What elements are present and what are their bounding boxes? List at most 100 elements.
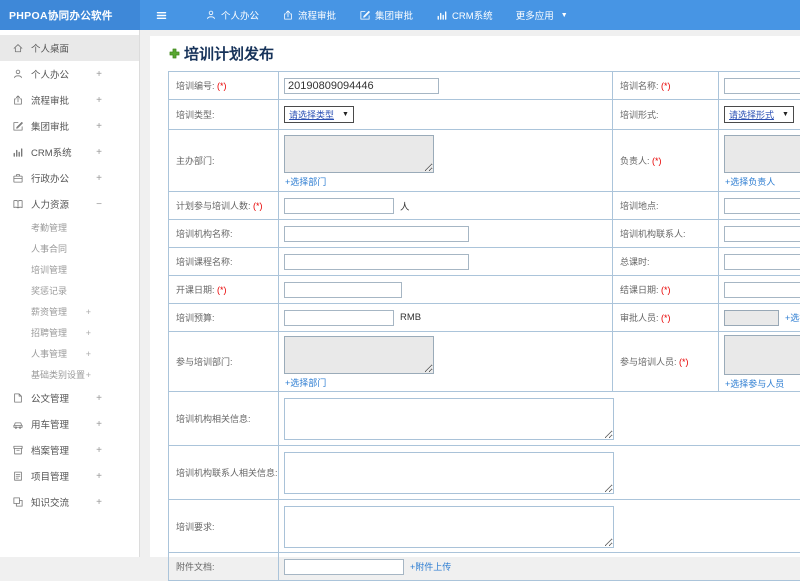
- leader-textarea[interactable]: [724, 135, 800, 173]
- content-panel: 培训计划发布 培训编号: (*)培训名称: (*)培训类型:请选择类型▼培训形式…: [150, 36, 800, 557]
- expand-icon: +: [96, 471, 102, 482]
- training_number-input[interactable]: [284, 78, 439, 94]
- end_date-input[interactable]: [724, 282, 800, 298]
- required-mark: (*): [661, 81, 671, 91]
- nav-item-集团审批[interactable]: 集团审批: [359, 8, 413, 22]
- form-title: 培训计划发布: [168, 45, 800, 62]
- nav-item-CRM系统[interactable]: CRM系统: [436, 8, 493, 22]
- sidebar-item-label: 用车管理: [31, 417, 69, 431]
- training_org_name-label: 培训机构名称:: [169, 220, 279, 248]
- leader-link[interactable]: +选择负责人: [725, 177, 775, 187]
- training_org_contact-input[interactable]: [724, 226, 800, 242]
- expand-icon: +: [86, 307, 91, 317]
- course_name-input[interactable]: [284, 254, 469, 270]
- host_department-textarea[interactable]: [284, 135, 434, 173]
- sidebar-item-知识交流[interactable]: 知识交流+: [0, 489, 139, 515]
- participating_departments-label: 参与培训部门:: [169, 332, 279, 392]
- sidebar-item-集团审批[interactable]: 集团审批 +: [0, 113, 139, 139]
- nav-item-个人办公[interactable]: 个人办公: [205, 8, 259, 22]
- participating_staff-label: 参与培训人员: (*): [613, 332, 719, 392]
- training_org_name-input[interactable]: [284, 226, 469, 242]
- user-icon: [205, 9, 217, 21]
- sidebar-item-个人桌面[interactable]: 个人桌面: [0, 35, 139, 61]
- training_type-select[interactable]: 请选择类型▼: [284, 106, 354, 123]
- training_name-input[interactable]: [724, 78, 800, 94]
- hamburger-menu-button[interactable]: [155, 9, 168, 22]
- expand-icon: +: [96, 121, 102, 132]
- training_requirements-textarea[interactable]: [284, 506, 614, 548]
- form-row: 参与培训部门: +选择部门 参与培训人员: (*) +选择参与人员: [169, 332, 800, 392]
- form-row: 培训课程名称:总课时:: [169, 248, 800, 276]
- expand-icon: +: [86, 328, 91, 338]
- planned_participants-label: 计划参与培训人数: (*): [169, 192, 279, 220]
- training_org_info-textarea[interactable]: [284, 398, 614, 440]
- participating_staff-textarea[interactable]: [724, 335, 800, 375]
- approver-label: 审批人员: (*): [613, 304, 719, 332]
- participating_departments-textarea[interactable]: [284, 336, 434, 374]
- training_org_info-label: 培训机构相关信息:: [169, 392, 279, 446]
- nav-item-流程审批[interactable]: 流程审批: [282, 8, 336, 22]
- required-mark: (*): [661, 285, 671, 295]
- attachment-link[interactable]: +附件上传: [410, 562, 451, 572]
- sidebar-subitem-基础类别设置[interactable]: 基础类别设置+: [0, 364, 139, 385]
- leader-field-cell: +选择负责人: [719, 130, 800, 192]
- sidebar-item-label: 流程审批: [31, 93, 69, 107]
- sidebar-item-label: 集团审批: [31, 119, 69, 133]
- nav-item-label: 集团审批: [375, 8, 413, 22]
- training_org_contact_info-textarea[interactable]: [284, 452, 614, 494]
- training_location-input[interactable]: [724, 198, 800, 214]
- sidebar-subitem-招聘管理[interactable]: 招聘管理 +: [0, 322, 139, 343]
- sidebar-item-label: 个人桌面: [31, 41, 69, 55]
- course_name-field-cell: [279, 248, 613, 276]
- training_location-field-cell: [719, 192, 800, 220]
- training_form-select[interactable]: 请选择形式▼: [724, 106, 794, 123]
- expand-icon: +: [96, 69, 102, 80]
- sidebar-subitem-label: 奖惩记录: [31, 284, 67, 297]
- sidebar: 个人桌面个人办公+流程审批+集团审批+CRM系统+行政办公+人力资源−考勤管理人…: [0, 30, 140, 557]
- sidebar-item-用车管理[interactable]: 用车管理+: [0, 411, 139, 437]
- sidebar-subitem-考勤管理[interactable]: 考勤管理: [0, 217, 139, 238]
- sidebar-item-label: CRM系统: [31, 145, 72, 159]
- sidebar-subitem-奖惩记录[interactable]: 奖惩记录: [0, 280, 139, 301]
- expand-icon: +: [96, 393, 102, 404]
- planned_participants-input[interactable]: [284, 198, 394, 214]
- plus-icon: [168, 47, 184, 60]
- sidebar-subitem-label: 薪资管理: [31, 305, 67, 318]
- sidebar-subitem-培训管理[interactable]: 培训管理: [0, 259, 139, 280]
- edit-icon: [12, 120, 24, 132]
- briefcase-icon: [12, 172, 24, 184]
- participating_staff-link[interactable]: +选择参与人员: [725, 379, 784, 389]
- sidebar-subitem-薪资管理[interactable]: 薪资管理 +: [0, 301, 139, 322]
- participating_departments-link[interactable]: +选择部门: [285, 378, 326, 388]
- sidebar-item-CRM系统[interactable]: CRM系统+: [0, 139, 139, 165]
- approver-input[interactable]: [724, 310, 779, 326]
- sidebar-item-人力资源[interactable]: 人力资源−: [0, 191, 139, 217]
- required-mark: (*): [253, 201, 263, 211]
- training_location-label: 培训地点:: [613, 192, 719, 220]
- sidebar-subitem-人事合同[interactable]: 人事合同: [0, 238, 139, 259]
- host_department-link[interactable]: +选择部门: [285, 177, 326, 187]
- training_budget-field-cell: RMB: [279, 304, 613, 332]
- nav-item-更多应用[interactable]: 更多应用▼: [516, 8, 568, 22]
- approver-link[interactable]: +选择审批人员: [785, 313, 800, 323]
- training_requirements-label: 培训要求:: [169, 500, 279, 553]
- total_hours-input[interactable]: [724, 254, 800, 270]
- training_budget-input[interactable]: [284, 310, 394, 326]
- training_type-field-cell: 请选择类型▼: [279, 100, 613, 130]
- training_form-label: 培训形式:: [613, 100, 719, 130]
- sidebar-item-流程审批[interactable]: 流程审批+: [0, 87, 139, 113]
- sidebar-item-项目管理[interactable]: 项目管理+: [0, 463, 139, 489]
- form-row: 培训机构联系人相关信息:: [169, 446, 800, 500]
- sidebar-subitem-人事管理[interactable]: 人事管理+: [0, 343, 139, 364]
- expand-icon: +: [96, 173, 102, 184]
- start_date-input[interactable]: [284, 282, 402, 298]
- sidebar-item-行政办公[interactable]: 行政办公+: [0, 165, 139, 191]
- attachment-input[interactable]: [284, 559, 404, 575]
- sidebar-item-档案管理[interactable]: 档案管理+: [0, 437, 139, 463]
- sidebar-subitem-label: 招聘管理: [31, 326, 67, 339]
- sidebar-item-公文管理[interactable]: 公文管理+: [0, 385, 139, 411]
- sidebar-item-个人办公[interactable]: 个人办公+: [0, 61, 139, 87]
- expand-icon: +: [96, 497, 102, 508]
- start_date-field-cell: [279, 276, 613, 304]
- expand-icon: −: [96, 199, 102, 210]
